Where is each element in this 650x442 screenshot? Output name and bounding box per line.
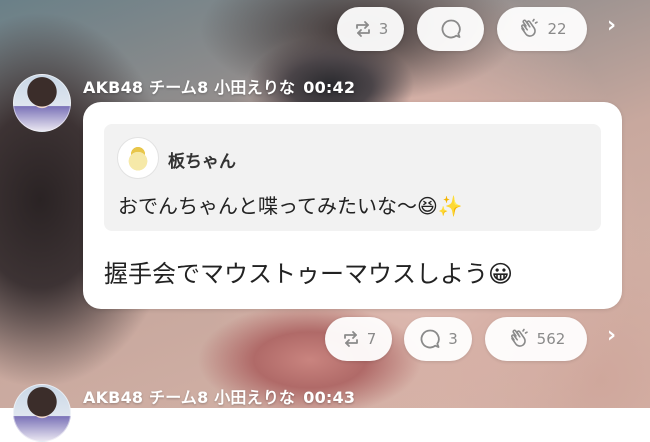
- quoted-user-avatar: [117, 137, 159, 179]
- comment-icon: [418, 327, 442, 351]
- comment-count: 3: [448, 330, 458, 348]
- retweet-button[interactable]: 7: [325, 317, 392, 361]
- author-name[interactable]: AKB48 チーム8 小田えりな: [83, 78, 295, 97]
- message-text: 握手会でマウストゥーマウスしよう😀: [104, 260, 514, 288]
- avatar[interactable]: [13, 74, 71, 132]
- comment-icon: [439, 17, 463, 41]
- post-time: 00:42: [303, 78, 356, 97]
- comment-button[interactable]: [417, 7, 484, 51]
- more-chevron-icon[interactable]: ›: [607, 13, 616, 38]
- clap-icon: [517, 17, 541, 41]
- clap-icon: [507, 327, 531, 351]
- more-chevron-icon[interactable]: ›: [607, 323, 616, 348]
- clap-button[interactable]: 22: [497, 7, 587, 51]
- retweet-icon: [341, 329, 361, 349]
- clap-button[interactable]: 562: [485, 317, 587, 361]
- quoted-text: おでんちゃんと喋ってみたいな〜😆✨: [118, 194, 463, 218]
- clap-count: 562: [536, 330, 566, 348]
- post-header: AKB48 チーム8 小田えりな 00:42: [83, 74, 355, 98]
- avatar[interactable]: [13, 384, 71, 442]
- message-bubble: 板ちゃん おでんちゃんと喋ってみたいな〜😆✨ 握手会でマウストゥーマウスしよう😀: [83, 102, 622, 309]
- retweet-icon: [353, 19, 373, 39]
- retweet-count: 7: [366, 330, 377, 348]
- post-time: 00:43: [303, 388, 356, 407]
- retweet-count: 3: [378, 20, 389, 38]
- comment-button[interactable]: 3: [404, 317, 472, 361]
- clap-count: 22: [547, 20, 567, 38]
- next-post-header: AKB48 チーム8 小田えりな 00:43: [83, 384, 355, 408]
- author-name[interactable]: AKB48 チーム8 小田えりな: [83, 388, 295, 407]
- quoted-user-name: 板ちゃん: [168, 152, 236, 172]
- retweet-button[interactable]: 3: [337, 7, 404, 51]
- quoted-comment[interactable]: 板ちゃん おでんちゃんと喋ってみたいな〜😆✨: [104, 124, 601, 231]
